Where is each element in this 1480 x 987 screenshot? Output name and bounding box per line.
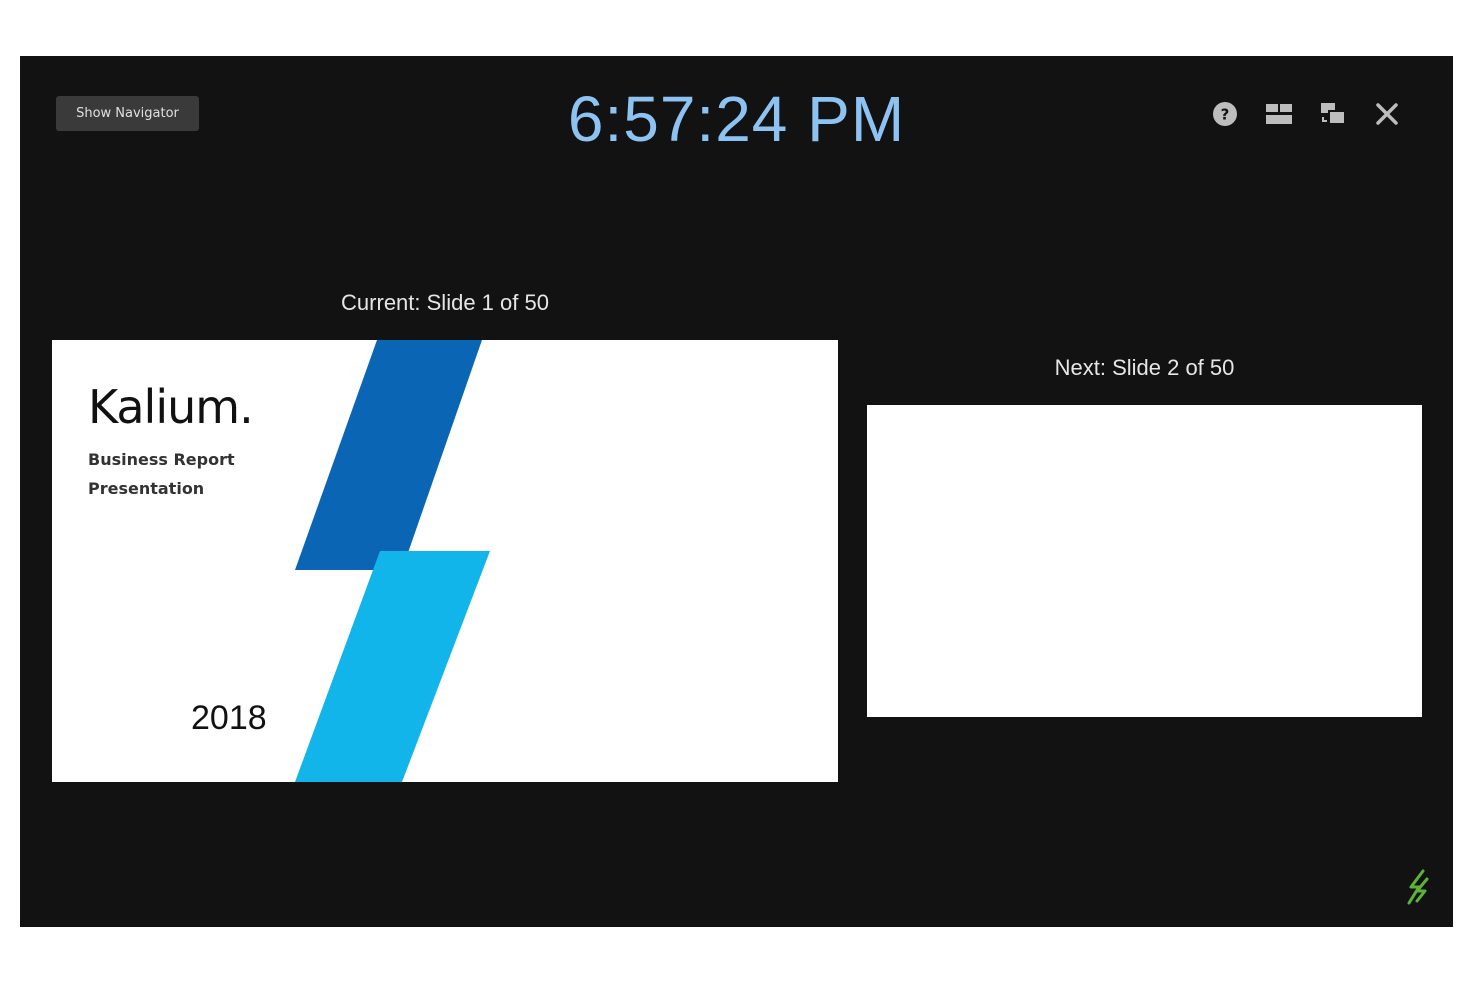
layout-button[interactable] [1265,100,1293,128]
help-button[interactable]: ? [1211,100,1239,128]
current-slide-preview: Kalium. Business Report Presentation 201… [52,340,838,782]
next-slide-label: Next: Slide 2 of 50 [1054,355,1235,380]
toolbar: ? [1211,98,1401,130]
svg-text:?: ? [1221,106,1230,124]
slide-year: 2018 [191,699,267,737]
next-slide-preview [867,405,1422,717]
help-icon: ? [1213,102,1237,126]
slide-title: Kalium. [88,380,254,434]
swap-displays-button[interactable] [1319,100,1347,128]
layout-icon [1266,104,1292,124]
light-blue-shape [295,551,490,782]
slide-subtitle: Business Report Presentation [88,450,235,498]
app-logo-icon [1407,869,1429,905]
dark-blue-shape [295,340,482,570]
close-button[interactable] [1373,100,1401,128]
current-slide-label: Current: Slide 1 of 50 [341,290,549,315]
swap-displays-icon [1321,103,1346,125]
close-icon [1376,103,1398,125]
presenter-window: Show Navigator 6:57:24 PM ? Current: Sli… [20,56,1453,927]
